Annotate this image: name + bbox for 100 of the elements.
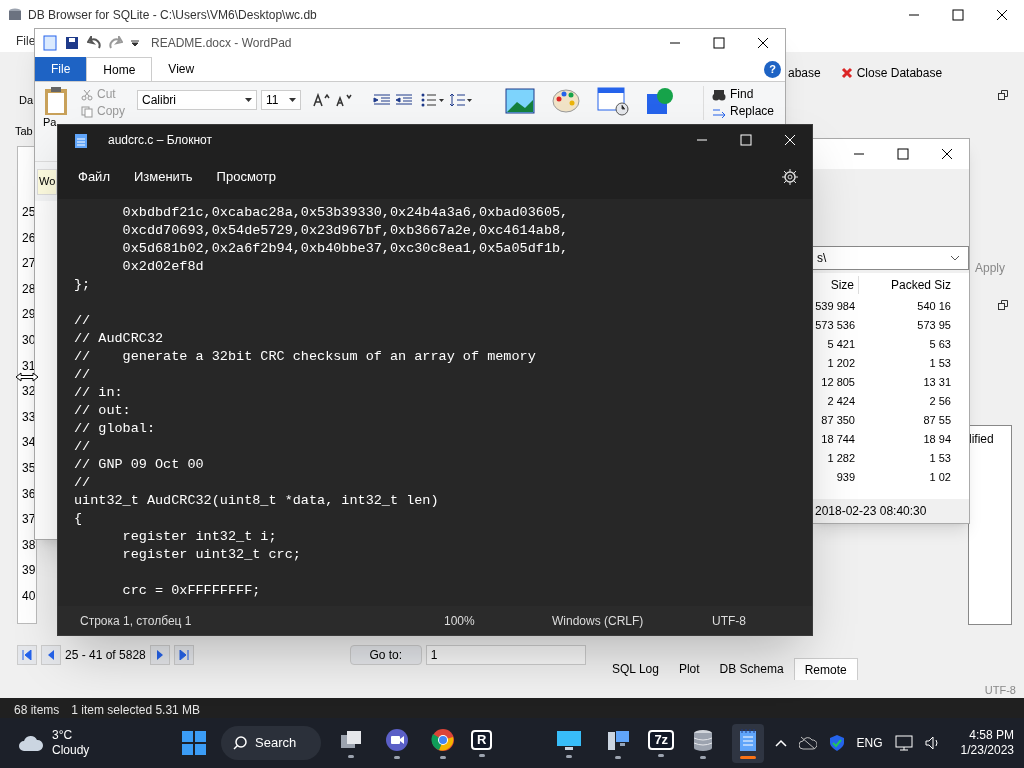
- table-cell-text: 1 53: [928, 451, 951, 467]
- last-page-button[interactable]: [173, 645, 194, 665]
- undo-icon[interactable]: [87, 36, 101, 50]
- cross-icon: [840, 67, 853, 79]
- object-icon[interactable]: [645, 86, 675, 116]
- cloud-off-icon[interactable]: [798, 736, 817, 750]
- code-line: //: [74, 438, 91, 456]
- maximize-icon[interactable]: [713, 37, 725, 49]
- speaker-icon[interactable]: [924, 736, 941, 750]
- table-cell-text: 5 421: [826, 337, 856, 353]
- tab[interactable]: Home: [86, 57, 153, 81]
- video-camera-icon[interactable]: [385, 727, 409, 752]
- line-spacing-icon[interactable]: [449, 93, 473, 107]
- code-line: //: [74, 366, 91, 384]
- table-cell-text: 2 56: [928, 394, 951, 410]
- browser-icon[interactable]: [431, 727, 455, 752]
- redo-icon[interactable]: [109, 36, 123, 50]
- first-icon: [22, 650, 32, 660]
- go-to-field[interactable]: 1: [425, 645, 586, 665]
- settings-icon[interactable]: [782, 169, 798, 185]
- outdent-icon[interactable]: [395, 93, 413, 107]
- code-line: register int32_t i;: [121, 528, 277, 546]
- tab[interactable]: View: [152, 57, 211, 81]
- window-title: README.docx - WordPad: [151, 35, 292, 52]
- close-icon[interactable]: [996, 9, 1008, 21]
- table-cell-text: 539 984: [814, 299, 856, 315]
- monitor-icon[interactable]: [556, 728, 583, 751]
- help-button[interactable]: ?: [764, 60, 781, 78]
- binoculars-icon: [712, 88, 726, 101]
- temperature: 3°C: [52, 728, 74, 743]
- list-icon[interactable]: [421, 93, 445, 107]
- left-icon: [47, 650, 55, 660]
- menu-item[interactable]: Просмотр: [208, 163, 284, 191]
- close-icon[interactable]: [941, 148, 953, 160]
- app-icon[interactable]: R: [471, 729, 493, 750]
- language-indicator[interactable]: ENG: [856, 734, 883, 752]
- palette-icon[interactable]: [551, 87, 581, 115]
- tab[interactable]: Plot: [668, 658, 710, 680]
- weather-condition: Cloudy: [52, 743, 90, 758]
- start-icon[interactable]: [182, 731, 206, 755]
- tab[interactable]: Wo: [37, 168, 57, 195]
- font-field[interactable]: Calibri: [137, 90, 257, 110]
- app-icon[interactable]: 7z: [648, 729, 675, 750]
- paste-button[interactable]: Pa: [43, 116, 57, 129]
- page-range: 25 - 41 of 5828: [65, 647, 146, 664]
- table-cell-text: 1 282: [826, 451, 856, 467]
- menu-item[interactable]: Файл: [70, 163, 118, 191]
- tab[interactable]: DB Schema: [709, 658, 794, 680]
- code-line: // in:: [74, 384, 123, 402]
- table-cell-text: 87 55: [922, 413, 951, 429]
- database-icon[interactable]: [692, 727, 715, 752]
- close-icon[interactable]: [757, 37, 769, 49]
- code-line: //: [74, 312, 91, 330]
- picture-icon[interactable]: [505, 88, 535, 114]
- first-page-button[interactable]: [17, 645, 37, 665]
- network-icon[interactable]: [894, 735, 913, 751]
- next-page-button[interactable]: [149, 645, 170, 665]
- table-cell-text: 13 31: [922, 375, 951, 391]
- find-button[interactable]: Find: [712, 86, 775, 103]
- caret-icon[interactable]: [131, 39, 139, 47]
- code-line: 0x2d02ef8d: [121, 258, 204, 276]
- file-menu-button[interactable]: File: [35, 57, 87, 81]
- column-header[interactable]: Packed Siz: [859, 276, 951, 294]
- window-title: audcrc.c – Блокнот: [108, 132, 213, 149]
- clipboard-icon[interactable]: [43, 86, 69, 116]
- code-line: // global:: [74, 420, 155, 438]
- database-icon: [8, 7, 22, 23]
- status-text: 68 items: [14, 702, 60, 719]
- previous-page-button[interactable]: [41, 645, 61, 665]
- windows-icon[interactable]: [339, 728, 363, 751]
- toolbar-button[interactable]: abase: [788, 64, 821, 82]
- indent-icon[interactable]: [373, 93, 391, 107]
- maximize-icon[interactable]: [952, 9, 964, 21]
- tab-label[interactable]: Tab: [15, 123, 33, 140]
- shrink-font-icon[interactable]: [335, 93, 353, 107]
- maximize-icon[interactable]: [897, 148, 909, 160]
- notepad-icon[interactable]: [738, 727, 759, 752]
- status-text: Windows (CRLF): [551, 612, 645, 630]
- table-cell-text: 939: [835, 470, 856, 486]
- save-icon[interactable]: [65, 36, 79, 50]
- calendar-clock-icon[interactable]: [597, 86, 629, 116]
- copy-icon: [81, 105, 93, 118]
- shield-icon[interactable]: [828, 734, 845, 752]
- tab-label[interactable]: Da: [19, 92, 34, 109]
- path-field[interactable]: s\: [813, 246, 969, 270]
- chevron-up-icon[interactable]: [774, 739, 787, 747]
- grow-font-icon[interactable]: [313, 93, 331, 107]
- close-database-button[interactable]: Close Database: [840, 64, 943, 82]
- replace-button[interactable]: Replace: [712, 103, 775, 120]
- go-to-button[interactable]: Go to:: [349, 645, 422, 665]
- menu-item[interactable]: File: [16, 32, 36, 50]
- menu-item[interactable]: Изменить: [125, 163, 201, 191]
- size-field[interactable]: 11: [261, 90, 301, 110]
- table-cell-text: 12 805: [820, 375, 856, 391]
- code-line: // generate a 32bit CRC checksum of an array of memory: [74, 348, 536, 366]
- restore-icon[interactable]: [998, 300, 1008, 310]
- tab[interactable]: Remote: [793, 658, 858, 680]
- restore-icon[interactable]: [998, 90, 1008, 100]
- search-button[interactable]: Search: [221, 726, 321, 760]
- tab[interactable]: SQL Log: [602, 658, 669, 680]
